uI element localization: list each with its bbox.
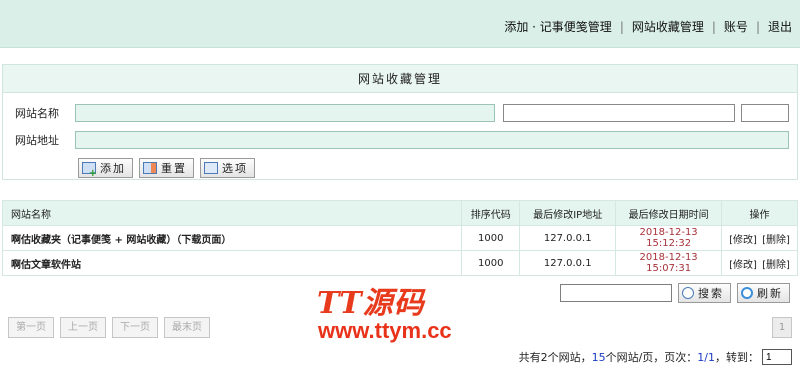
- col-header-actions: 操作: [721, 200, 798, 226]
- per-page-count: 15: [591, 350, 606, 364]
- options-button[interactable]: 选项: [200, 158, 255, 178]
- edit-panel: 网站收藏管理 网站名称 网站地址 添加 重置 选项: [2, 64, 798, 180]
- page-jump-input[interactable]: [762, 349, 792, 365]
- secondary-input[interactable]: [503, 104, 735, 122]
- nav-logout[interactable]: 退出: [768, 18, 792, 35]
- form-buttons: 添加 重置 选项: [78, 158, 255, 179]
- row-date: 2018-12-13 15:12:32: [615, 225, 723, 251]
- col-header-ip: 最后修改IP地址: [519, 200, 617, 226]
- options-icon: [204, 162, 218, 174]
- page-info: 共有2个网站， 15 个网站/页，页次： 1/1 ，转到：: [519, 349, 792, 365]
- watermark-url: www.ttym.cc: [318, 318, 452, 343]
- reset-button-label: 重置: [161, 162, 187, 175]
- top-bar: 添加 · 记事便笺管理 | 网站收藏管理 | 账号 | 退出: [0, 0, 800, 48]
- row-site-name[interactable]: 啊估文章软件站: [1, 250, 463, 276]
- bookmark-table: 网站名称 排序代码 最后修改IP地址 最后修改日期时间 操作 啊估收藏夹（记事便…: [1, 200, 798, 276]
- page-info-prefix: 共有2个网站，: [518, 351, 592, 364]
- nav-account[interactable]: 账号: [724, 18, 748, 35]
- edit-link[interactable]: [修改]: [729, 260, 757, 271]
- delete-link[interactable]: [删除]: [762, 235, 790, 246]
- edit-link[interactable]: [修改]: [729, 235, 757, 246]
- row-date: 2018-12-13 15:07:31: [615, 250, 723, 276]
- delete-link[interactable]: [删除]: [762, 260, 790, 271]
- options-button-label: 选项: [222, 162, 248, 175]
- col-header-date: 最后修改日期时间: [615, 200, 723, 226]
- table-header-row: 网站名称 排序代码 最后修改IP地址 最后修改日期时间 操作: [1, 200, 798, 226]
- nav-separator: |: [755, 19, 760, 34]
- search-button-label: 搜索: [698, 287, 724, 300]
- col-header-order: 排序代码: [461, 200, 521, 226]
- nav-bookmarks[interactable]: 网站收藏管理: [632, 18, 704, 35]
- site-url-label: 网站地址: [15, 134, 59, 147]
- prev-page-button[interactable]: 上一页: [60, 317, 106, 338]
- next-page-button[interactable]: 下一页: [112, 317, 158, 338]
- site-url-row: 网站地址: [3, 128, 797, 152]
- row-ip: 127.0.0.1: [519, 250, 617, 276]
- last-page-button[interactable]: 最末页: [164, 317, 210, 338]
- row-actions: [修改] [删除]: [721, 250, 798, 276]
- add-button[interactable]: 添加: [78, 158, 133, 179]
- refresh-button[interactable]: 刷新: [737, 283, 790, 303]
- page-info-jump: ，转到：: [715, 351, 759, 364]
- top-nav: 添加 · 记事便笺管理 | 网站收藏管理 | 账号 | 退出: [504, 18, 792, 35]
- reset-icon: [143, 162, 157, 174]
- search-input[interactable]: [560, 284, 672, 302]
- nav-separator: |: [619, 19, 624, 34]
- row-site-name[interactable]: 啊估收藏夹（记事便笺 + 网站收藏）（下载页面）: [1, 225, 463, 251]
- add-icon: [82, 162, 99, 179]
- site-name-row: 网站名称: [3, 101, 797, 125]
- row-order: 1000: [461, 250, 521, 276]
- row-ip: 127.0.0.1: [519, 225, 617, 251]
- row-order: 1000: [461, 225, 521, 251]
- site-url-input[interactable]: [75, 131, 789, 149]
- add-button-label: 添加: [100, 162, 126, 175]
- refresh-button-label: 刷新: [757, 287, 783, 300]
- first-page-button[interactable]: 第一页: [8, 317, 54, 338]
- pager: 第一页 上一页 下一页 最末页: [8, 317, 210, 338]
- current-page-box[interactable]: 1: [772, 317, 792, 338]
- watermark-logo: TT源码: [317, 286, 425, 321]
- refresh-icon: [741, 287, 753, 299]
- search-icon: [682, 287, 694, 299]
- search-button[interactable]: 搜索: [678, 283, 731, 303]
- nav-separator: |: [711, 19, 716, 34]
- row-actions: [修改] [删除]: [721, 225, 798, 251]
- nav-add-note[interactable]: 添加 · 记事便笺管理: [504, 18, 611, 35]
- site-name-input[interactable]: [75, 104, 495, 122]
- page-of: 1/1: [697, 350, 715, 364]
- table-row: 啊估文章软件站 1000 127.0.0.1 2018-12-13 15:07:…: [1, 250, 798, 276]
- page-info-mid: 个网站/页，页次：: [605, 351, 698, 364]
- table-row: 啊估收藏夹（记事便笺 + 网站收藏）（下载页面） 1000 127.0.0.1 …: [1, 225, 798, 251]
- order-input[interactable]: [741, 104, 789, 122]
- col-header-name: 网站名称: [1, 200, 463, 226]
- reset-button[interactable]: 重置: [139, 158, 194, 178]
- search-bar: 搜索 刷新: [560, 283, 790, 303]
- panel-title: 网站收藏管理: [3, 65, 797, 93]
- site-name-label: 网站名称: [15, 107, 59, 120]
